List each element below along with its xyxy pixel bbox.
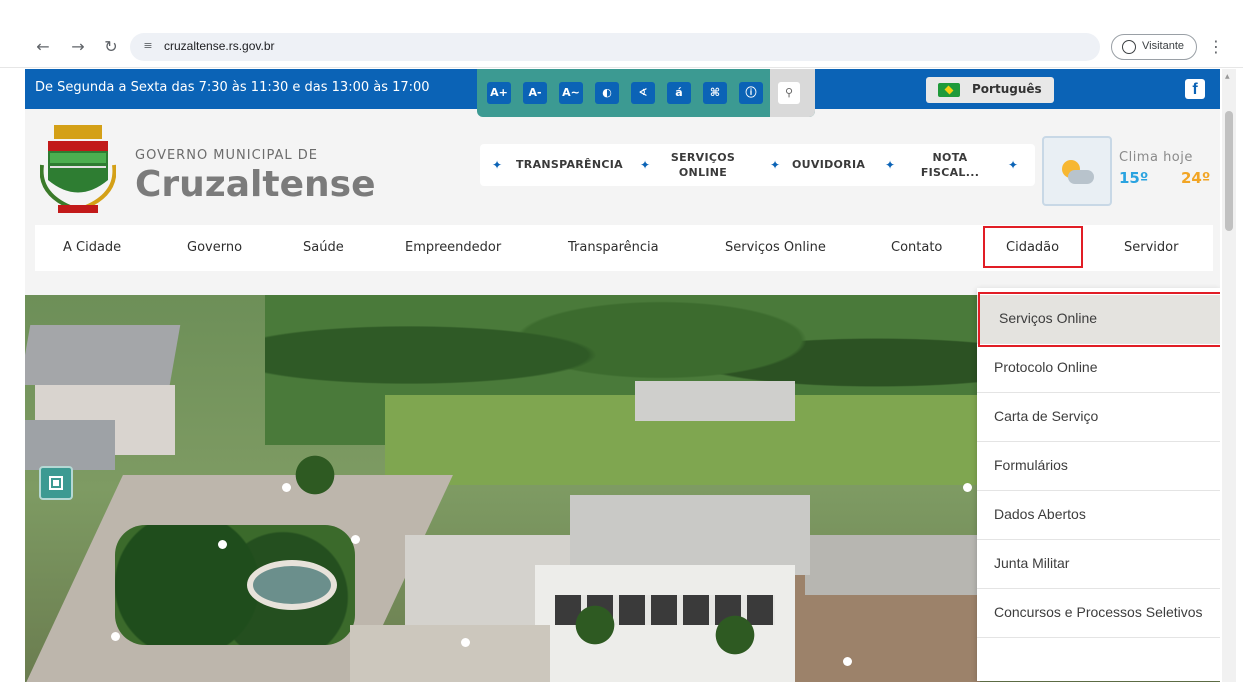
menu-icon[interactable]: ⋮ (1208, 36, 1224, 58)
dropdown-item-formularios[interactable]: Formulários (977, 442, 1220, 491)
brazil-flag-icon (938, 83, 960, 97)
scroll-up-icon[interactable]: ▲ (1225, 73, 1230, 80)
cloud-icon (1068, 170, 1094, 184)
search-icon[interactable]: ⚲ (778, 82, 800, 104)
language-label: Português (972, 82, 1042, 96)
dropdown-item-label: Protocolo Online (994, 359, 1098, 375)
quick-link-ouvidoria[interactable]: OUVIDORIA (792, 157, 865, 172)
nav-item-transparencia[interactable]: Transparência (568, 240, 659, 255)
dropdown-item-carta-de-servico[interactable]: Carta de Serviço (977, 393, 1220, 442)
opening-hours: De Segunda a Sexta das 7:30 às 11:30 e d… (35, 80, 430, 95)
hero-lamp (843, 657, 852, 666)
reload-icon[interactable]: ↻ (100, 36, 122, 58)
increase-font-button[interactable]: A+ (487, 82, 511, 104)
search-area: ⚲ (770, 69, 815, 117)
url-text: cruzaltense.rs.gov.br (164, 39, 275, 53)
government-subtitle: GOVERNO MUNICIPAL DE (135, 148, 319, 163)
weather-icon-box (1042, 136, 1112, 206)
weather-label: Clima hoje (1119, 150, 1193, 165)
profile-button[interactable]: Visitante (1111, 34, 1197, 60)
hero-fountain (247, 560, 337, 610)
star-icon: ✦ (640, 158, 651, 172)
nav-item-a-cidade[interactable]: A Cidade (63, 240, 121, 255)
hero-building-roof-right (805, 535, 980, 595)
site-info-icon[interactable]: ≡ (140, 38, 156, 54)
qr-code-icon (49, 476, 63, 490)
hero-lamp (461, 638, 470, 647)
dropdown-item-label: Dados Abertos (994, 506, 1086, 522)
qr-code-button[interactable] (39, 466, 73, 500)
nav-item-contato[interactable]: Contato (891, 240, 942, 255)
highlight-servicos-online (978, 292, 1220, 347)
temp-max: 24º (1181, 169, 1211, 187)
star-icon: ✦ (770, 158, 781, 172)
weather-widget: Clima hoje 15º 24º (1037, 136, 1220, 206)
web-page: De Segunda a Sexta das 7:30 às 11:30 e d… (25, 69, 1220, 682)
quick-link-nota-fiscal[interactable]: NOTA FISCAL... (910, 150, 990, 180)
hero-lamp (218, 540, 227, 549)
hero-building-roof (570, 495, 810, 575)
dropdown-item-label: Formulários (994, 457, 1068, 473)
quick-links: ✦ TRANSPARÊNCIA ✦ SERVIÇOS ONLINE ✦ OUVI… (480, 144, 1035, 186)
nav-item-saude[interactable]: Saúde (303, 240, 344, 255)
municipal-crest-icon (40, 125, 116, 213)
hero-lamp (351, 535, 360, 544)
sign-language-button[interactable]: ∢ (631, 82, 655, 104)
contrast-button[interactable]: ◐ (595, 82, 619, 104)
quick-link-servicos-online[interactable]: SERVIÇOS ONLINE (660, 150, 746, 180)
quick-link-transparencia[interactable]: TRANSPARÊNCIA (516, 157, 623, 172)
dropdown-item-label: Carta de Serviço (994, 408, 1099, 424)
nav-item-servidor[interactable]: Servidor (1124, 240, 1178, 255)
dropdown-item-label: Junta Militar (994, 555, 1070, 571)
hero-lamp (111, 632, 120, 641)
dropdown-item-concursos[interactable]: Concursos e Processos Seletivos (977, 589, 1220, 638)
hero-lamp (282, 483, 291, 492)
star-icon: ✦ (1008, 158, 1019, 172)
language-selector[interactable]: Português (926, 77, 1054, 103)
dropdown-item-protocolo-online[interactable]: Protocolo Online (977, 344, 1220, 393)
accessibility-bar: A+ A- A∼ ◐ ∢ á ⌘ ⓘ (477, 69, 815, 117)
facebook-icon[interactable]: f (1185, 79, 1205, 99)
hero-building-left (350, 625, 550, 682)
nav-item-servicos-online[interactable]: Serviços Online (725, 240, 826, 255)
star-icon: ✦ (492, 158, 503, 172)
page-scrollbar[interactable]: ▲ (1222, 69, 1236, 682)
browser-toolbar: ← → ↻ ≡ cruzaltense.rs.gov.br Visitante … (0, 0, 1243, 68)
temp-min: 15º (1119, 169, 1149, 187)
hero-palm (565, 595, 625, 655)
decrease-font-button[interactable]: A- (523, 82, 547, 104)
back-icon[interactable]: ← (32, 36, 54, 58)
readable-font-button[interactable]: A∼ (559, 82, 583, 104)
star-icon: ✦ (885, 158, 896, 172)
hero-palm (285, 445, 345, 505)
scrollbar-thumb[interactable] (1225, 111, 1233, 231)
profile-label: Visitante (1142, 40, 1184, 52)
address-bar[interactable]: ≡ cruzaltense.rs.gov.br (130, 33, 1100, 61)
sitemap-button[interactable]: ⌘ (703, 82, 727, 104)
site-logo-title[interactable]: Cruzaltense (135, 164, 376, 205)
wheelchair-button[interactable]: á (667, 82, 691, 104)
info-button[interactable]: ⓘ (739, 82, 763, 104)
dropdown-item-label: Concursos e Processos Seletivos (994, 604, 1203, 620)
nav-item-governo[interactable]: Governo (187, 240, 242, 255)
dropdown-item-junta-militar[interactable]: Junta Militar (977, 540, 1220, 589)
hero-palm (705, 605, 765, 665)
hero-lamp (963, 483, 972, 492)
profile-icon (1122, 40, 1136, 54)
hero-shed (635, 381, 795, 421)
dropdown-item-dados-abertos[interactable]: Dados Abertos (977, 491, 1220, 540)
forward-icon[interactable]: → (67, 36, 89, 58)
nav-item-empreendedor[interactable]: Empreendedor (405, 240, 501, 255)
highlight-cidadao (983, 226, 1083, 268)
